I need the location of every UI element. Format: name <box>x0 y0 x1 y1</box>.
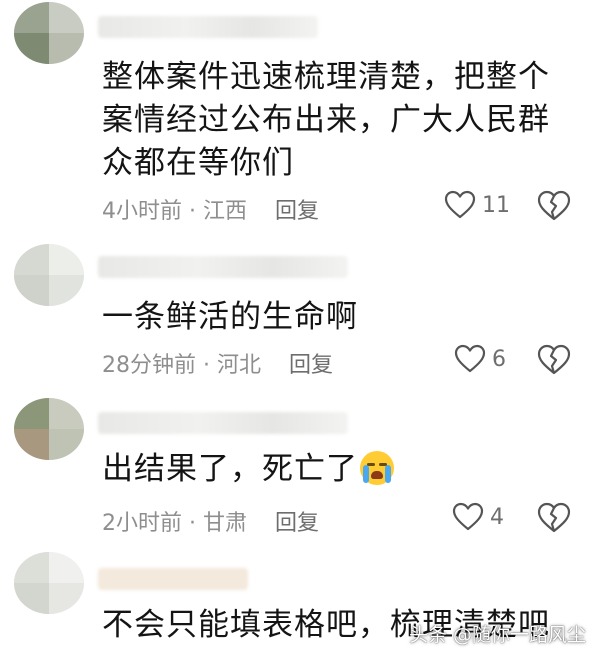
heart-outline-icon <box>454 344 486 373</box>
heart-outline-icon <box>444 190 476 219</box>
comment-text: 整体案件迅速梳理清楚，把整个案情经过公布出来，广大人民群众都在等你们 <box>102 59 550 181</box>
comment-time-location: 4小时前 · 江西 <box>102 199 247 224</box>
comment-meta: 4小时前 · 江西 回复 <box>102 193 319 225</box>
like-count: 6 <box>492 346 506 372</box>
like-button[interactable]: 6 <box>454 344 506 374</box>
comment-meta: 28分钟前 · 河北 回复 <box>102 347 333 379</box>
username-blurred[interactable] <box>98 256 348 278</box>
like-button[interactable]: 11 <box>444 190 510 220</box>
reply-button[interactable]: 回复 <box>289 353 333 378</box>
comment-time-location: 2小时前 · 甘肃 <box>102 511 247 536</box>
broken-heart-icon[interactable] <box>537 502 571 534</box>
like-count: 4 <box>490 504 504 530</box>
username-blurred[interactable] <box>98 16 318 38</box>
username-blurred[interactable] <box>98 568 248 590</box>
comment-text-content: 出结果了，死亡了 <box>102 451 358 487</box>
avatar[interactable] <box>14 2 84 64</box>
comment-meta: 2小时前 · 甘肃 回复 <box>102 505 319 537</box>
username-blurred[interactable] <box>98 412 348 434</box>
reply-button[interactable]: 回复 <box>275 199 319 224</box>
like-count: 11 <box>482 192 510 218</box>
comment-text: 出结果了，死亡了 <box>102 448 572 491</box>
broken-heart-icon[interactable] <box>537 344 571 376</box>
broken-heart-icon[interactable] <box>537 190 571 222</box>
avatar[interactable] <box>14 552 84 614</box>
comment-text: 一条鲜活的生命啊 <box>102 299 358 335</box>
reply-button[interactable]: 回复 <box>275 511 319 536</box>
watermark: 头条 @随你一路风尘 <box>408 624 586 646</box>
avatar[interactable] <box>14 398 84 460</box>
heart-outline-icon <box>452 502 484 531</box>
comment-time-location: 28分钟前 · 河北 <box>102 353 261 378</box>
like-button[interactable]: 4 <box>452 502 504 532</box>
crying-face-icon <box>360 451 394 485</box>
avatar[interactable] <box>14 244 84 306</box>
